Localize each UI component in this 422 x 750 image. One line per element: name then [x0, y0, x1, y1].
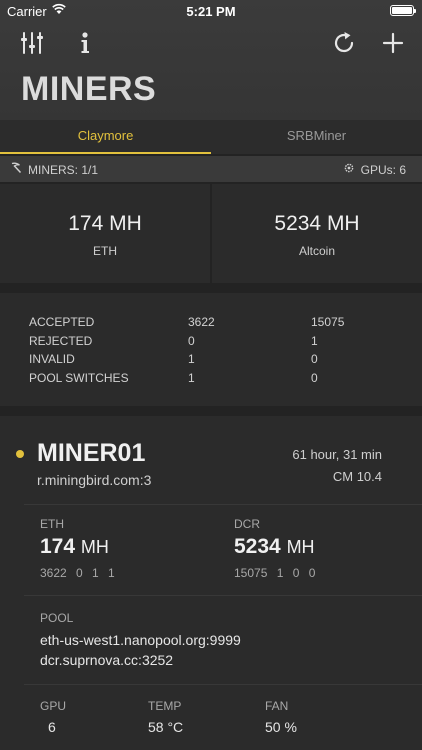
divider	[24, 595, 422, 596]
stat-alt-value: 0	[311, 371, 318, 385]
status-dot	[16, 450, 24, 458]
stat-label: REJECTED	[29, 334, 93, 348]
stat-row: POOL SWITCHES 1 0	[0, 371, 422, 389]
miner-card[interactable]: MINER01 r.miningbird.com:3 61 hour, 31 m…	[0, 416, 422, 750]
stat-label: ACCEPTED	[29, 315, 95, 329]
altcoin-hashrate-value: 5234 MH	[274, 212, 360, 235]
coin-hashrate-eth: 174 MH	[40, 535, 109, 559]
stat-eth-value: 1	[188, 371, 195, 385]
tab-claymore[interactable]: Claymore	[0, 120, 211, 154]
coin-hashrate-dcr: 5234 MH	[234, 535, 315, 559]
coin-shares-dcr: 15075 1 0 0	[234, 566, 316, 580]
divider	[24, 684, 422, 685]
pool-address: eth-us-west1.nanopool.org:9999	[40, 632, 241, 648]
tab-srbminer[interactable]: SRBMiner	[211, 120, 422, 154]
miners-count-label: MINERS: 1/1	[28, 162, 99, 177]
share-stats-card: ACCEPTED 3622 15075 REJECTED 0 1 INVALID…	[0, 293, 422, 406]
app-header: Carrier 5:21 PM MINERS	[0, 0, 422, 120]
refresh-icon[interactable]	[331, 30, 357, 56]
status-bar: Carrier 5:21 PM	[0, 0, 422, 22]
stat-row: REJECTED 0 1	[0, 334, 422, 352]
pickaxe-icon	[10, 162, 22, 177]
eth-hashrate-value: 174 MH	[68, 212, 142, 235]
info-icon[interactable]	[72, 30, 98, 56]
stat-alt-value: 15075	[311, 315, 345, 329]
summary-bar: MINERS: 1/1 GPUs: 6	[0, 156, 422, 182]
divider	[24, 504, 422, 505]
stat-alt-value: 1	[311, 334, 318, 348]
fan-label: FAN	[265, 699, 289, 713]
pool-address: dcr.suprnova.cc:3252	[40, 652, 174, 668]
miner-name: MINER01	[37, 439, 146, 467]
coin-hashrate-dcr-value: 5234	[234, 535, 281, 558]
page-title: MINERS	[21, 70, 157, 108]
stat-label: INVALID	[29, 352, 75, 366]
temp-label: TEMP	[148, 699, 182, 713]
eth-hashrate-card: 174 MH ETH	[0, 184, 210, 283]
fan-value: 50 %	[265, 719, 297, 735]
coin-label-eth: ETH	[40, 517, 64, 531]
clock: 5:21 PM	[186, 4, 236, 19]
gear-icon	[343, 162, 355, 177]
coin-shares-eth: 3622 0 1 1	[40, 566, 115, 580]
battery-icon	[390, 5, 416, 16]
coin-hashrate-eth-value: 174	[40, 535, 76, 558]
gpu-label: GPU	[40, 699, 67, 713]
gpu-count-label: GPUs: 6	[360, 162, 406, 177]
add-icon[interactable]	[380, 30, 406, 56]
coin-label-dcr: DCR	[234, 517, 260, 531]
gpu-count: GPUs: 6	[343, 162, 406, 177]
altcoin-hashrate-card: 5234 MH Altcoin	[212, 184, 422, 283]
stat-row: ACCEPTED 3622 15075	[0, 315, 422, 333]
gpu-value: 6	[48, 719, 56, 735]
eth-hashrate-label: ETH	[93, 244, 117, 258]
stat-alt-value: 0	[311, 352, 318, 366]
stat-eth-value: 3622	[188, 315, 215, 329]
coin-hashrate-eth-unit: MH	[80, 537, 109, 557]
pool-label: POOL	[40, 611, 74, 625]
miner-host: r.miningbird.com:3	[37, 472, 152, 488]
stat-eth-value: 0	[188, 334, 195, 348]
miner-type-tabs: Claymore SRBMiner	[0, 120, 422, 154]
temp-value: 58 °C	[148, 719, 184, 735]
miners-count: MINERS: 1/1	[10, 162, 98, 177]
stat-row: INVALID 1 0	[0, 352, 422, 370]
miner-version: CM 10.4	[332, 469, 382, 484]
coin-hashrate-dcr-unit: MH	[286, 537, 315, 557]
sliders-icon[interactable]	[19, 30, 45, 56]
miner-uptime: 61 hour, 31 min	[292, 447, 382, 462]
stat-eth-value: 1	[188, 352, 195, 366]
stat-label: POOL SWITCHES	[29, 371, 129, 385]
altcoin-hashrate-label: Altcoin	[298, 244, 336, 258]
